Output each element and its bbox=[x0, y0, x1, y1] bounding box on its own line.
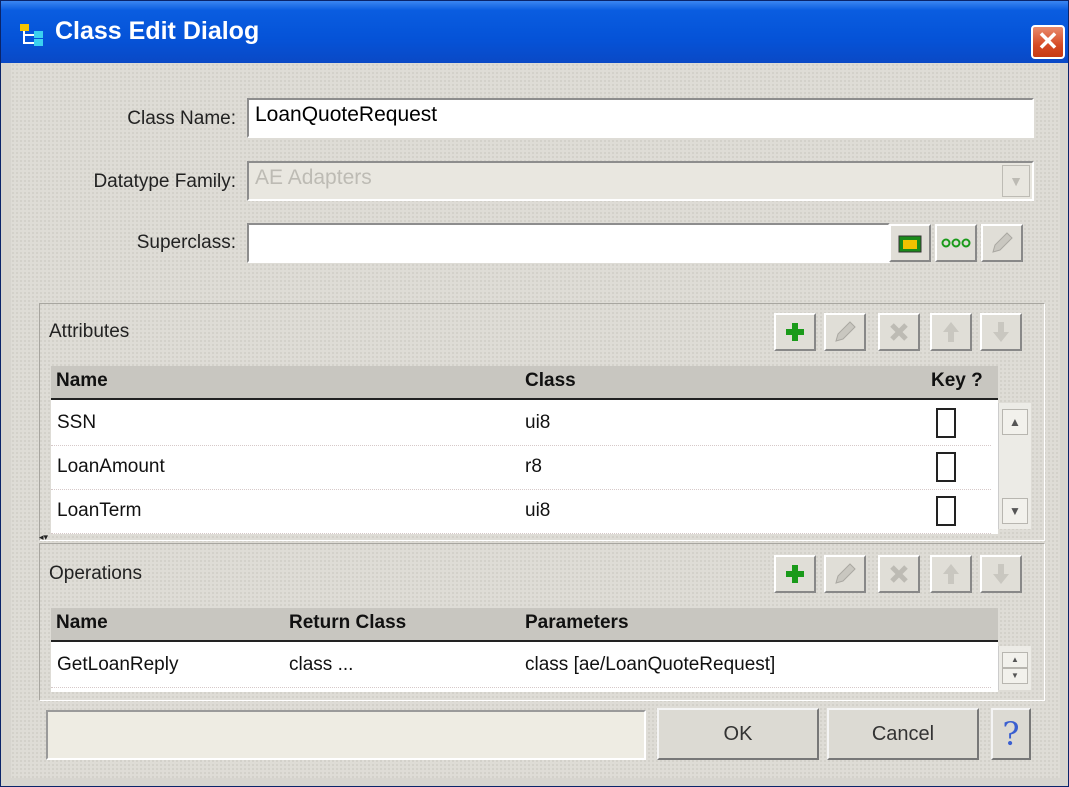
superclass-input[interactable] bbox=[247, 223, 890, 263]
key-checkbox[interactable] bbox=[936, 496, 956, 526]
column-header-name[interactable]: Name bbox=[56, 370, 108, 392]
help-icon: ? bbox=[1002, 715, 1020, 753]
class-name-label: Class Name: bbox=[127, 108, 236, 129]
cancel-button[interactable]: Cancel bbox=[827, 708, 979, 760]
select-ellipsis-button[interactable] bbox=[935, 224, 977, 262]
plus-icon bbox=[786, 565, 804, 583]
datatype-family-select: AE Adapters ▼ bbox=[247, 161, 1034, 201]
edit-attribute-button[interactable] bbox=[824, 313, 866, 351]
operation-name: GetLoanReply bbox=[57, 654, 179, 675]
arrow-up-icon bbox=[943, 564, 959, 584]
operations-table: Name Return Class Parameters GetLoanRepl… bbox=[51, 608, 998, 692]
scroll-up-icon[interactable]: ▲ bbox=[1002, 409, 1028, 435]
attribute-name: SSN bbox=[57, 412, 97, 433]
dialog-window: Class Edit Dialog ✕ Class Name: LoanQuot… bbox=[0, 0, 1069, 787]
delete-attribute-button[interactable] bbox=[878, 313, 920, 351]
ellipsis-icon bbox=[941, 238, 971, 248]
scroll-up-icon[interactable]: ▲ bbox=[1002, 652, 1028, 668]
table-row[interactable]: GetLoanReply class ... class [ae/LoanQuo… bbox=[51, 644, 991, 688]
table-row[interactable]: LoanTerm ui8 bbox=[51, 490, 991, 534]
column-header-key[interactable]: Key ? bbox=[931, 370, 983, 392]
datatype-family-value: AE Adapters bbox=[255, 166, 372, 189]
operations-table-header: Name Return Class Parameters bbox=[51, 608, 998, 642]
delete-operation-button[interactable] bbox=[878, 555, 920, 593]
column-header-name[interactable]: Name bbox=[56, 612, 108, 634]
attribute-name: LoanAmount bbox=[57, 456, 165, 477]
add-attribute-button[interactable] bbox=[774, 313, 816, 351]
delete-x-icon bbox=[890, 323, 908, 341]
column-header-class[interactable]: Class bbox=[525, 370, 576, 392]
table-row[interactable]: SSN ui8 bbox=[51, 402, 991, 446]
ok-button[interactable]: OK bbox=[657, 708, 819, 760]
status-field bbox=[46, 710, 646, 760]
move-operation-down-button[interactable] bbox=[980, 555, 1022, 593]
attribute-class: ui8 bbox=[525, 500, 551, 521]
attributes-table-header: Name Class Key ? bbox=[51, 366, 998, 400]
column-header-return-class[interactable]: Return Class bbox=[289, 612, 406, 634]
key-checkbox[interactable] bbox=[936, 408, 956, 438]
class-hierarchy-icon bbox=[20, 24, 43, 46]
close-button[interactable]: ✕ bbox=[1031, 25, 1065, 59]
attributes-table: Name Class Key ? SSN ui8 LoanAmount r8 L… bbox=[51, 366, 998, 534]
column-header-parameters[interactable]: Parameters bbox=[525, 612, 629, 634]
attributes-label: Attributes bbox=[49, 321, 130, 342]
plus-icon bbox=[786, 323, 804, 341]
delete-x-icon bbox=[890, 565, 908, 583]
table-row[interactable]: LoanAmount r8 bbox=[51, 446, 991, 490]
operations-label: Operations bbox=[49, 563, 142, 584]
attribute-class: ui8 bbox=[525, 412, 551, 433]
attribute-class: r8 bbox=[525, 456, 542, 477]
browse-class-button[interactable] bbox=[889, 224, 931, 262]
chevron-down-icon: ▼ bbox=[1002, 165, 1030, 197]
help-button[interactable]: ? bbox=[991, 708, 1031, 760]
operation-return-class: class ... bbox=[289, 654, 354, 675]
superclass-label: Superclass: bbox=[136, 232, 236, 253]
scroll-down-icon[interactable]: ▼ bbox=[1002, 498, 1028, 524]
datatype-family-label: Datatype Family: bbox=[93, 171, 236, 192]
add-operation-button[interactable] bbox=[774, 555, 816, 593]
arrow-down-icon bbox=[993, 564, 1009, 584]
edit-superclass-button[interactable] bbox=[981, 224, 1023, 262]
pencil-icon bbox=[992, 232, 1013, 253]
dialog-body: Class Name: LoanQuoteRequest Datatype Fa… bbox=[11, 63, 1060, 778]
move-attribute-down-button[interactable] bbox=[980, 313, 1022, 351]
attributes-scrollbar[interactable]: ▲ ▼ bbox=[998, 403, 1031, 529]
move-attribute-up-button[interactable] bbox=[930, 313, 972, 351]
folder-class-icon bbox=[898, 235, 922, 253]
arrow-down-icon bbox=[993, 322, 1009, 342]
key-checkbox[interactable] bbox=[936, 452, 956, 482]
edit-operation-button[interactable] bbox=[824, 555, 866, 593]
move-operation-up-button[interactable] bbox=[930, 555, 972, 593]
split-handle-icon[interactable]: ◂▾ bbox=[39, 533, 57, 542]
title-bar[interactable]: Class Edit Dialog ✕ bbox=[1, 1, 1068, 63]
class-name-input[interactable]: LoanQuoteRequest bbox=[247, 98, 1034, 138]
attribute-name: LoanTerm bbox=[57, 500, 142, 521]
scroll-down-icon[interactable]: ▼ bbox=[1002, 668, 1028, 684]
pencil-icon bbox=[835, 321, 856, 342]
operation-parameters: class [ae/LoanQuoteRequest] bbox=[525, 654, 776, 675]
window-title: Class Edit Dialog bbox=[55, 17, 260, 45]
pencil-icon bbox=[835, 563, 856, 584]
operations-scrollbar[interactable]: ▲ ▼ bbox=[998, 646, 1031, 690]
arrow-up-icon bbox=[943, 322, 959, 342]
